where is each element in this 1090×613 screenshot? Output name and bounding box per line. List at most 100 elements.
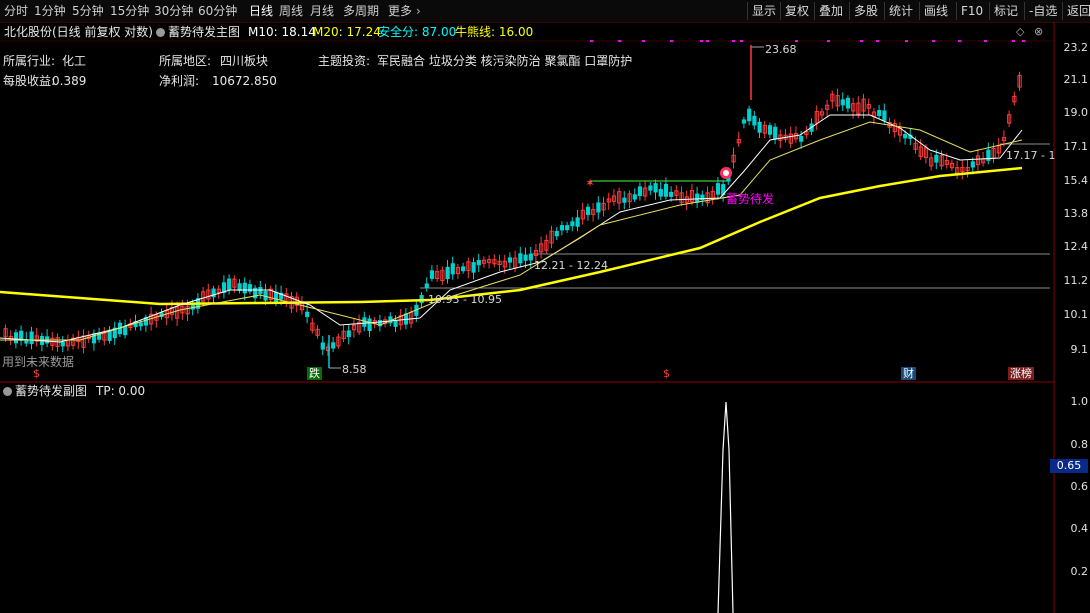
- finance-badge[interactable]: 财: [901, 367, 916, 380]
- signal-dot: [860, 40, 863, 42]
- candle-body: [123, 326, 128, 336]
- star-marker-icon: ✶: [585, 176, 595, 190]
- candle-body: [393, 320, 398, 327]
- candle-body: [554, 230, 559, 237]
- candle-body: [445, 266, 450, 280]
- candle-body: [773, 126, 778, 140]
- candle-body: [227, 278, 232, 291]
- candle-body: [741, 119, 747, 124]
- y-tick: 10.1: [1063, 308, 1089, 321]
- signal-dot: [642, 40, 645, 42]
- candle-body: [29, 331, 34, 345]
- limit-down-badge[interactable]: 跌: [307, 367, 322, 380]
- candle-body: [367, 318, 372, 332]
- y-tick: 15.4: [1063, 174, 1089, 187]
- signal-marker-inner: [723, 170, 729, 176]
- current-value-marker: 0.65: [1050, 459, 1088, 473]
- y-tick: 23.2: [1063, 41, 1089, 54]
- candle-body: [528, 253, 533, 261]
- dropdown-circle-icon[interactable]: [3, 387, 12, 396]
- candle-body: [138, 322, 143, 327]
- signal-dot: [958, 40, 961, 42]
- sub-y-tick: 1.0: [1070, 395, 1089, 408]
- candle-body: [575, 217, 580, 227]
- candle-body: [877, 109, 882, 116]
- sub-y-tick: 0.8: [1070, 438, 1089, 451]
- sub-y-tick: 0.4: [1070, 522, 1089, 535]
- candle-body: [362, 317, 367, 327]
- range-label-lower: 10.93 - 10.95: [428, 293, 502, 306]
- candle-body: [658, 188, 663, 197]
- signal-dot: [1022, 40, 1025, 42]
- candle-body: [622, 197, 627, 203]
- candle-body: [305, 311, 310, 317]
- y-tick: 11.2: [1063, 274, 1089, 287]
- signal-dot: [876, 40, 879, 42]
- candle-body: [258, 287, 263, 295]
- signal-dot: [827, 40, 830, 42]
- candle-body: [747, 108, 752, 122]
- candle-body: [461, 266, 466, 272]
- candle-body: [663, 184, 669, 197]
- signal-dot: [905, 40, 908, 42]
- candle-body: [757, 121, 762, 133]
- signal-dot: [700, 40, 703, 42]
- candle-body: [752, 115, 757, 126]
- candle-body: [331, 342, 336, 349]
- signal-dot: [984, 40, 987, 42]
- candle-body: [653, 183, 658, 193]
- y-tick: 12.4: [1063, 240, 1089, 253]
- candle-body: [570, 221, 575, 227]
- ma-white-line: [0, 114, 1023, 343]
- dividend-badge-1[interactable]: $: [31, 367, 42, 380]
- kline-chart[interactable]: ✶: [0, 0, 1090, 613]
- y-tick: 21.1: [1063, 73, 1089, 86]
- candle-body: [845, 97, 851, 109]
- range-label-upper: 12.21 - 12.24: [534, 259, 608, 272]
- right-range-label: 17.17 - 1: [1006, 149, 1056, 162]
- candle-body: [565, 225, 570, 231]
- candle-body: [903, 134, 908, 139]
- candle-body: [648, 185, 653, 191]
- y-tick: 9.1: [1070, 343, 1089, 356]
- candle-body: [320, 342, 325, 350]
- sub-indicator-selector[interactable]: 蓄势待发副图: [3, 383, 87, 399]
- low-price-label: 8.58: [342, 363, 367, 376]
- candle-body: [585, 206, 591, 216]
- candle-body: [970, 161, 975, 168]
- tp-value: TP: 0.00: [96, 384, 146, 398]
- candle-body: [518, 253, 523, 264]
- candle-body: [60, 341, 65, 347]
- candle-body: [934, 154, 939, 163]
- signal-dot: [1012, 40, 1015, 42]
- signal-dot: [732, 40, 735, 42]
- dividend-badge-2[interactable]: $: [661, 367, 672, 380]
- signal-dot: [670, 40, 673, 42]
- candle-body: [840, 99, 845, 106]
- top-gainer-badge[interactable]: 涨榜: [1008, 367, 1034, 380]
- candle-body: [450, 263, 455, 275]
- sub-indicator-name: 蓄势待发副图: [15, 384, 88, 398]
- candle-body: [669, 191, 674, 197]
- candle-body: [13, 332, 19, 344]
- candle-body: [424, 283, 429, 288]
- signal-dot: [740, 40, 743, 42]
- candle-body: [237, 283, 242, 291]
- y-tick: 13.8: [1063, 207, 1089, 220]
- candle-body: [476, 260, 481, 266]
- candle-body: [632, 194, 637, 200]
- candle-body: [559, 225, 565, 231]
- tp-spike: [717, 401, 734, 613]
- ma-yellow-line: [0, 166, 1023, 306]
- high-price-label: 23.68: [765, 43, 797, 56]
- signal-label: 蓄势待发: [726, 192, 775, 206]
- signal-dot: [932, 40, 935, 42]
- signal-dot: [706, 40, 709, 42]
- candle-body: [799, 136, 804, 142]
- candle-body: [273, 291, 279, 303]
- sub-y-tick: 0.6: [1070, 480, 1089, 493]
- candle-body: [507, 257, 513, 263]
- signal-dot: [618, 40, 621, 42]
- candle-body: [596, 202, 601, 213]
- candle-body: [767, 125, 773, 135]
